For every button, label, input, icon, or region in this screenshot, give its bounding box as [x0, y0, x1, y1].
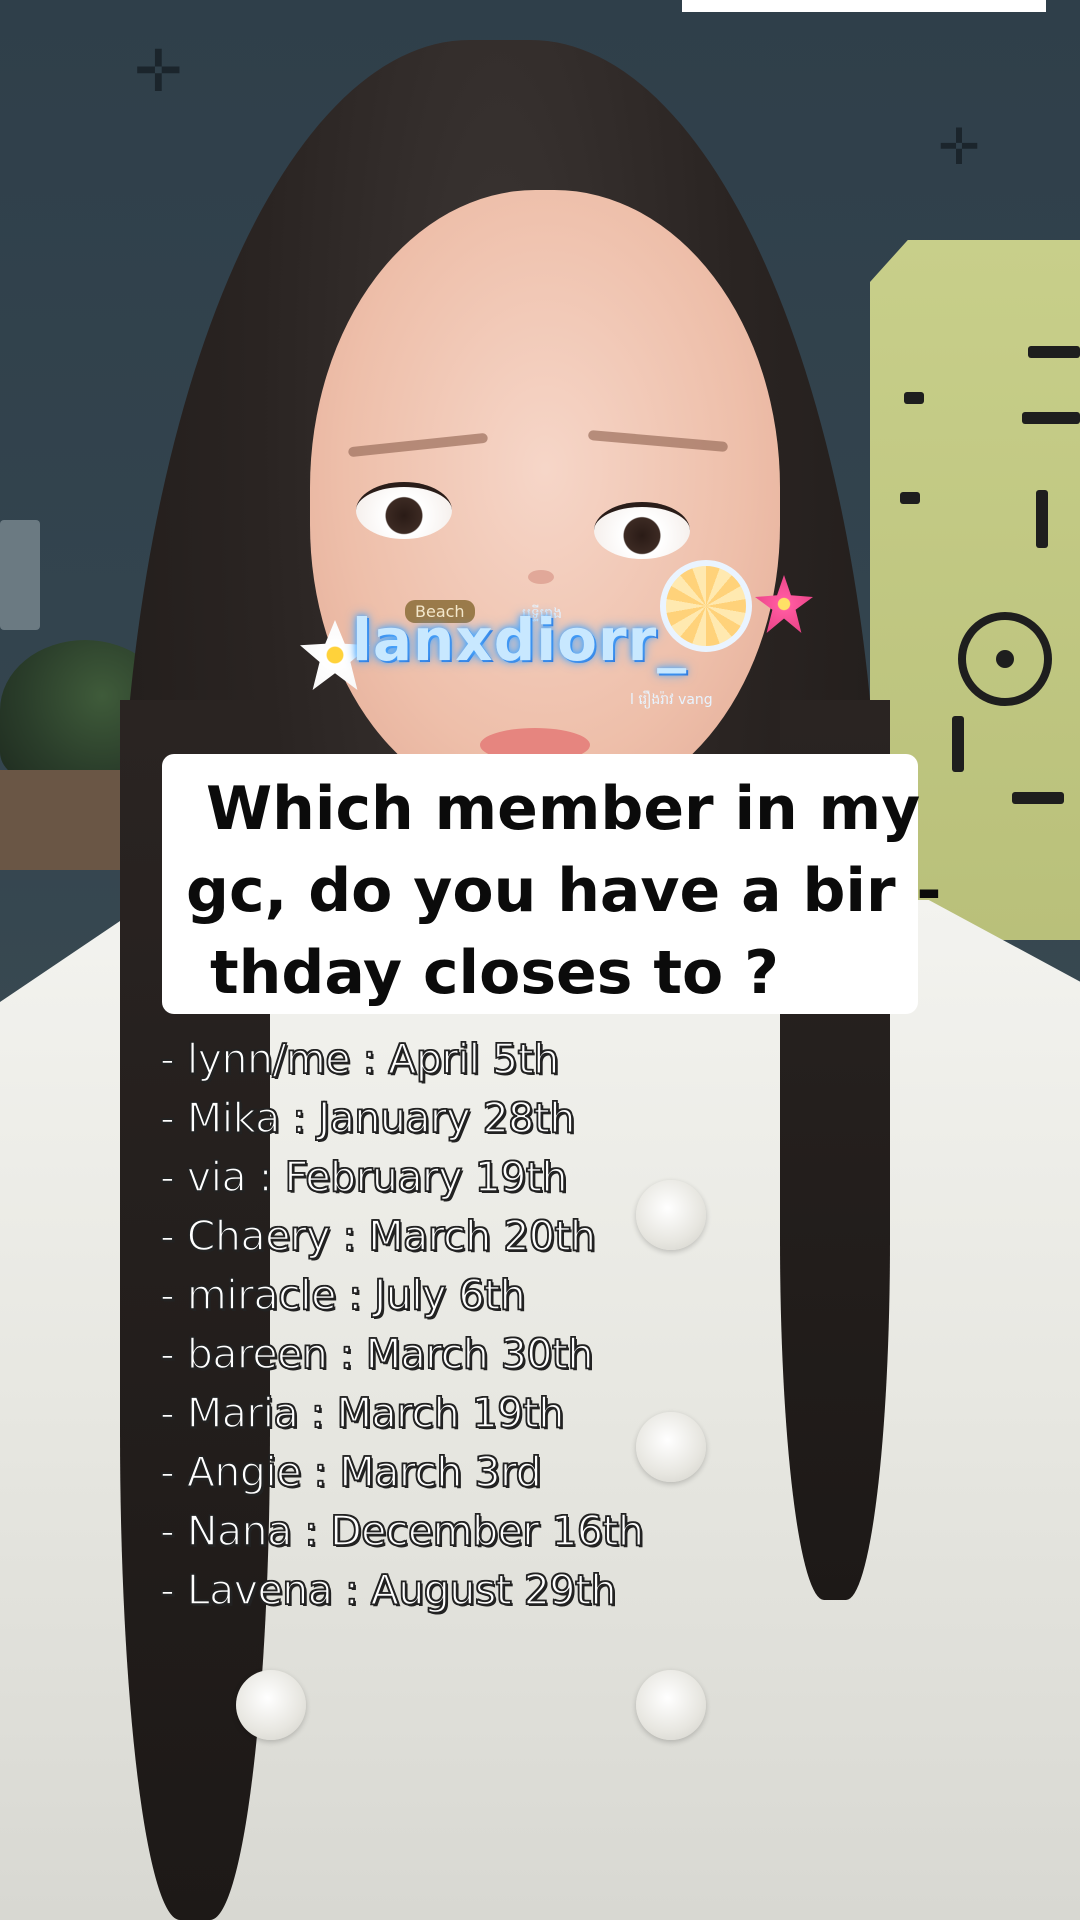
watermark-username: lanxdiorr_ — [352, 606, 688, 674]
building-detail — [1028, 346, 1080, 358]
list-item: - via : February 19th — [159, 1152, 568, 1202]
shirt-button — [636, 1180, 706, 1250]
background-window — [0, 520, 40, 630]
list-item: - Nana : December 16th — [159, 1506, 644, 1556]
right-eye — [594, 502, 690, 559]
building-detail — [1012, 792, 1064, 804]
shirt-button — [236, 1670, 306, 1740]
building-detail — [900, 492, 920, 504]
sparkle-icon: ✛ — [938, 118, 980, 176]
building-detail — [1036, 490, 1048, 548]
watermark-caption-bottom: l រឿងរ៉ាវ vang — [630, 692, 713, 708]
question-card: Which member in my gc, do you have a bir… — [162, 754, 942, 1014]
video-frame: ✛ ✛ Beach បុទ្ទីរោង lanxdiorr_ l រឿងរ៉ាវ… — [0, 0, 1080, 1920]
creator-watermark: Beach បុទ្ទីរោង lanxdiorr_ l រឿងរ៉ាវ van… — [300, 560, 840, 720]
birthday-list: - lynn/me : April 5th - Mika : January 2… — [159, 1030, 644, 1620]
list-item: - bareen : March 30th — [159, 1329, 594, 1379]
list-item: - lynn/me : April 5th — [159, 1034, 560, 1084]
building-detail — [952, 716, 964, 772]
shirt-button — [636, 1412, 706, 1482]
list-item: - Maria : March 19th — [159, 1388, 565, 1438]
top-overlay-bar — [682, 0, 1046, 12]
building-detail — [1022, 412, 1080, 424]
question-line-1: Which member in my — [206, 774, 921, 844]
question-line-2: gc, do you have a bir - — [186, 856, 942, 926]
list-item: - Lavena : August 29th — [159, 1565, 617, 1615]
sparkle-icon: ✛ — [134, 37, 183, 105]
list-item: - Angie : March 3rd — [159, 1447, 542, 1497]
building-wheel — [958, 612, 1052, 706]
list-item: - Mika : January 28th — [159, 1093, 576, 1143]
list-item: - Chaery : March 20th — [159, 1211, 597, 1261]
hibiscus-icon — [755, 575, 813, 633]
left-eye — [356, 482, 452, 539]
list-item: - miracle : July 6th — [159, 1270, 526, 1320]
question-line-3: thday closes to ? — [210, 938, 779, 1008]
shirt-button — [636, 1670, 706, 1740]
building-detail — [904, 392, 924, 404]
